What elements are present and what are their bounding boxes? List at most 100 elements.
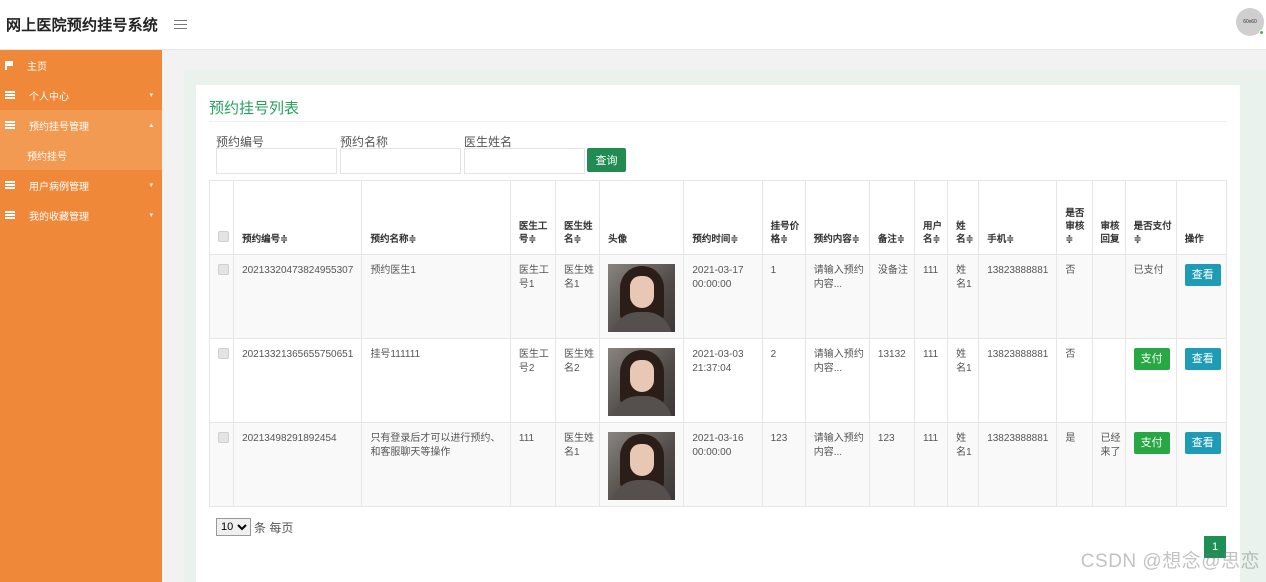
cell-phone: 13823888881: [978, 338, 1058, 423]
grid-icon: [5, 181, 15, 189]
cell-doctor-name: 医生姓名1: [554, 422, 601, 507]
cell-audited: 是: [1056, 422, 1093, 507]
sidebar-subitem-appointment[interactable]: 预约挂号: [0, 140, 162, 170]
row-checkbox[interactable]: [208, 254, 235, 339]
cell-paid: 支付: [1124, 422, 1177, 507]
sidebar-item-label: 预约挂号管理: [29, 121, 89, 133]
flag-icon: [5, 61, 13, 70]
sidebar-item-home[interactable]: 主页: [0, 50, 162, 80]
column-header[interactable]: 医生工号≑: [509, 180, 557, 255]
page-size-select[interactable]: 10: [216, 518, 251, 536]
watermark: CSDN @想念@思恋: [1080, 551, 1260, 572]
column-header[interactable]: 是否支付≑: [1124, 180, 1177, 255]
doctor-photo: [608, 432, 676, 500]
avatar-text: 60x60: [1243, 19, 1257, 25]
avatar[interactable]: 60x60: [1236, 8, 1264, 36]
sidebar-item-label: 用户病例管理: [29, 181, 89, 193]
cell-paid: 已支付: [1124, 254, 1177, 339]
cell-price: 2: [761, 338, 806, 423]
column-header[interactable]: 预约时间≑: [683, 180, 763, 255]
chevron-down-icon: ▾: [149, 212, 153, 219]
cell-price: 123: [761, 422, 806, 507]
cell-appointment-no: 20213498291892454: [233, 422, 363, 507]
cell-phone: 13823888881: [978, 254, 1058, 339]
sidebar-item-favorites-management[interactable]: 我的收藏管理 ▾: [0, 200, 162, 230]
chevron-up-icon: ▴: [149, 122, 153, 129]
column-header[interactable]: 用户名≑: [914, 180, 949, 255]
appointment-table: 预约编号≑ 预约名称≑ 医生工号≑ 医生姓名≑ 头像 预约时间≑ 挂号价格≑ 预…: [208, 180, 1228, 507]
appointment-list-panel: 预约挂号列表 预约编号 预约名称 医生姓名 查询 预约编号≑ 预约名称≑ 医生工…: [196, 85, 1240, 582]
cell-time: 2021-03-17 00:00:00: [683, 254, 763, 339]
appointment-name-input[interactable]: [340, 148, 461, 174]
cell-realname: 姓名1: [947, 254, 980, 339]
doctor-photo: [608, 264, 676, 332]
sidebar-item-personal-center[interactable]: 个人中心 ▾: [0, 80, 162, 110]
column-header[interactable]: 医生姓名≑: [554, 180, 601, 255]
cell-phone: 13823888881: [978, 422, 1058, 507]
column-header[interactable]: 挂号价格≑: [761, 180, 806, 255]
cell-appointment-no: 20213321365655750651: [233, 338, 363, 423]
appointment-no-input[interactable]: [216, 148, 337, 174]
cell-avatar: [599, 254, 685, 339]
cell-content: 请输入预约内容...: [804, 422, 870, 507]
pay-button[interactable]: 支付: [1133, 348, 1170, 370]
grid-icon: [5, 91, 15, 99]
cell-appointment-name: 只有登录后才可以进行预约、和客服聊天等操作: [361, 422, 511, 507]
column-header[interactable]: 预约编号≑: [233, 180, 363, 255]
search-button[interactable]: 查询: [587, 148, 626, 172]
doctor-name-input[interactable]: [464, 148, 585, 174]
column-header[interactable]: 预约名称≑: [361, 180, 511, 255]
app-title: 网上医院预约挂号系统: [6, 17, 159, 34]
sidebar: 主页 个人中心 ▾ 预约挂号管理 ▴ 预约挂号 用户病例管理 ▾ 我的收藏管理 …: [0, 50, 162, 582]
grid-icon: [5, 211, 15, 219]
column-header[interactable]: 预约内容≑: [804, 180, 870, 255]
cell-actions: 查看: [1175, 254, 1228, 339]
per-page-label: 条 每页: [254, 520, 294, 535]
column-header[interactable]: 姓名≑: [947, 180, 980, 255]
row-checkbox[interactable]: [208, 338, 235, 423]
cell-remark: 13132: [868, 338, 916, 423]
title-divider: [209, 121, 1227, 122]
table-row: 20213320473824955307 预约医生1 医生工号1 医生姓名1 2…: [208, 254, 1228, 339]
sidebar-item-case-management[interactable]: 用户病例管理 ▾: [0, 170, 162, 200]
column-header[interactable]: 备注≑: [868, 180, 916, 255]
cell-avatar: [599, 338, 685, 423]
cell-username: 111: [914, 254, 949, 339]
sidebar-item-label: 个人中心: [29, 91, 69, 103]
pay-button[interactable]: 支付: [1133, 432, 1170, 454]
cell-audited: 否: [1056, 254, 1093, 339]
sidebar-item-appointment-management[interactable]: 预约挂号管理 ▴: [0, 110, 162, 140]
column-header[interactable]: 是否审核≑: [1056, 180, 1093, 255]
column-header: 操作: [1175, 180, 1228, 255]
cell-actions: 查看: [1175, 422, 1228, 507]
column-header[interactable]: 手机≑: [978, 180, 1058, 255]
online-status-dot: [1259, 30, 1264, 35]
page-size-control: 10 条 每页: [216, 518, 293, 536]
cell-time: 2021-03-16 00:00:00: [683, 422, 763, 507]
row-checkbox[interactable]: [208, 422, 235, 507]
cell-remark: 123: [868, 422, 916, 507]
cell-doctor-id: 医生工号1: [509, 254, 557, 339]
menu-toggle-icon[interactable]: [174, 19, 188, 30]
view-button[interactable]: 查看: [1184, 264, 1221, 286]
cell-doctor-id: 医生工号2: [509, 338, 557, 423]
cell-price: 1: [761, 254, 806, 339]
cell-realname: 姓名1: [947, 422, 980, 507]
cell-remark: 没备注: [868, 254, 916, 339]
table-row: 20213321365655750651 挂号111111 医生工号2 医生姓名…: [208, 338, 1228, 423]
chevron-down-icon: ▾: [149, 92, 153, 99]
cell-username: 111: [914, 338, 949, 423]
cell-content: 请输入预约内容...: [804, 338, 870, 423]
sidebar-item-label: 预约挂号: [27, 151, 67, 163]
cell-audited: 否: [1056, 338, 1093, 423]
sidebar-item-label: 我的收藏管理: [29, 211, 89, 223]
view-button[interactable]: 查看: [1184, 348, 1221, 370]
sidebar-item-label: 主页: [27, 61, 47, 73]
page-title: 预约挂号列表: [209, 100, 300, 117]
cell-appointment-name: 预约医生1: [361, 254, 511, 339]
view-button[interactable]: 查看: [1184, 432, 1221, 454]
cell-actions: 查看: [1175, 338, 1228, 423]
column-header: 审核回复: [1091, 180, 1126, 255]
select-all-checkbox[interactable]: [208, 180, 235, 255]
cell-doctor-id: 111: [509, 422, 557, 507]
